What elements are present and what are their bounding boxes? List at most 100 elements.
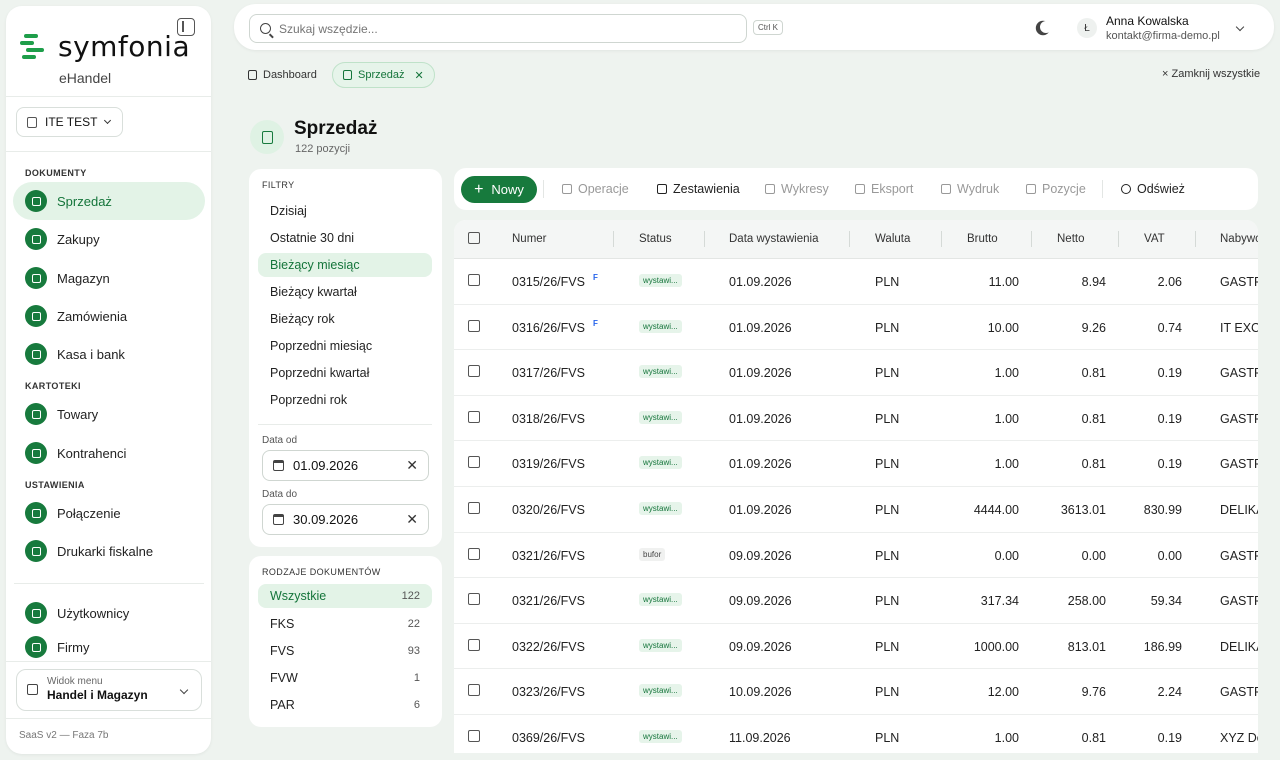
column-header[interactable]: Data wystawienia [729,233,818,245]
cell-numer[interactable]: 0315/26/FVS [512,275,585,289]
date-to-field[interactable]: 30.09.2026 ✕ [262,504,429,535]
column-divider[interactable] [1118,231,1119,247]
cell-numer[interactable]: 0319/26/FVS [512,457,585,471]
sidebar-item-magazyn[interactable]: Magazyn [13,259,205,297]
positions-button[interactable]: Pozycje [1026,182,1086,196]
sidebar-item-drukarki-fiskalne[interactable]: Drukarki fiskalne [13,532,205,570]
column-header[interactable]: VAT [1144,233,1165,245]
chevron-down-icon[interactable] [1235,22,1245,32]
row-checkbox[interactable] [468,319,480,332]
cell-numer[interactable]: 0321/26/FVS [512,594,585,608]
cell-numer[interactable]: 0321/26/FVS [512,549,585,563]
sidebar-item-zakupy[interactable]: Zakupy [13,220,205,258]
refresh-button[interactable]: Odśwież [1121,182,1185,196]
sidebar-item-sprzedaz[interactable]: Sprzedaż [13,182,205,220]
row-checkbox[interactable] [468,593,480,606]
table-row[interactable]: 0317/26/FVS wystawi... 01.09.2026 PLN 1.00 0.… [454,350,1258,396]
filter-item[interactable]: Ostatnie 30 dni [258,226,432,250]
filter-item[interactable]: Bieżący miesiąc [258,253,432,277]
cell-numer[interactable]: 0322/26/FVS [512,640,585,654]
column-header[interactable]: Numer [512,233,547,245]
tab-sprzedaz[interactable]: Sprzedaż ✕ [332,62,435,88]
reports-button[interactable]: Zestawienia [657,182,740,196]
filter-item[interactable]: Bieżący kwartał [258,280,432,304]
row-checkbox[interactable] [468,365,480,378]
company-selector[interactable]: ITE TEST [16,107,123,137]
clear-icon[interactable]: ✕ [406,457,418,474]
row-checkbox[interactable] [468,684,480,697]
column-header[interactable]: Netto [1057,233,1085,245]
column-divider[interactable] [849,231,850,247]
column-divider[interactable] [613,231,614,247]
cell-numer[interactable]: 0320/26/FVS [512,503,585,517]
row-checkbox[interactable] [468,502,480,514]
column-divider[interactable] [1031,231,1032,247]
charts-button[interactable]: Wykresy [765,182,829,196]
sidebar-item-kasa-i-bank[interactable]: Kasa i bank [13,335,205,373]
date-from-field[interactable]: 01.09.2026 ✕ [262,450,429,481]
moon-icon[interactable] [1040,21,1052,33]
table-row[interactable]: 0322/26/FVS wystawi... 09.09.2026 PLN 1000.0… [454,624,1258,670]
table-row[interactable]: 0318/26/FVS wystawi... 01.09.2026 PLN 1.00 0.… [454,396,1258,442]
column-header[interactable]: Waluta [875,233,910,245]
sidebar-item-uzytkownicy[interactable]: Użytkownicy [13,594,205,632]
close-icon[interactable]: ✕ [414,69,423,82]
cell-numer[interactable]: 0316/26/FVS [512,321,585,335]
clear-icon[interactable]: ✕ [406,511,418,528]
doc-type-item[interactable]: FKS 22 [258,612,432,636]
close-all-tabs-button[interactable]: × Zamknij wszystkie [1162,68,1260,80]
column-header[interactable]: Nabywca [1220,233,1258,245]
doc-type-item[interactable]: PAR 6 [258,693,432,717]
cell-numer[interactable]: 0318/26/FVS [512,412,585,426]
filter-item[interactable]: Bieżący rok [258,307,432,331]
filter-item[interactable]: Dzisiaj [258,199,432,223]
doc-type-item[interactable]: FVW 1 [258,666,432,690]
table-row[interactable]: 0315/26/FVS Fwystawi... 01.09.2026 PLN 11.00… [454,259,1258,305]
cell-numer[interactable]: 0323/26/FVS [512,685,585,699]
filter-item[interactable]: Poprzedni miesiąc [258,334,432,358]
row-checkbox[interactable] [468,730,480,742]
operations-button[interactable]: Operacje [562,182,629,196]
cell-numer[interactable]: 0369/26/FVS [512,731,585,745]
sidebar-item-towary[interactable]: Towary [13,395,205,433]
table-row[interactable]: 0320/26/FVS wystawi... 01.09.2026 PLN 4444.0… [454,487,1258,533]
column-divider[interactable] [1195,231,1196,247]
sidebar-item-firmy[interactable]: Firmy [13,632,205,662]
column-header[interactable]: Brutto [967,233,998,245]
avatar[interactable]: Ł [1077,18,1097,38]
sidebar-item-kontrahenci[interactable]: Kontrahenci [13,434,205,472]
row-checkbox[interactable] [468,274,480,286]
menu-view-selector[interactable]: Widok menu Handel i Magazyn [16,669,202,711]
logo-text: symfonia [58,30,191,63]
doc-type-item[interactable]: FVS 93 [258,639,432,663]
table-row[interactable]: 0323/26/FVS wystawi... 10.09.2026 PLN 12.00 9… [454,669,1258,715]
search-input[interactable] [279,21,719,36]
filter-item[interactable]: Poprzedni rok [258,388,432,412]
column-divider[interactable] [704,231,705,247]
print-button[interactable]: Wydruk [941,182,999,196]
doc-type-item[interactable]: Wszystkie 122 [258,584,432,608]
table-row[interactable]: 0321/26/FVS bufor 09.09.2026 PLN 0.00 0.00 0.0… [454,533,1258,579]
calendar-icon [273,514,284,525]
select-all-checkbox[interactable] [468,232,480,244]
column-header[interactable]: Status [639,233,672,245]
collapse-sidebar-icon[interactable] [177,18,195,36]
table-row[interactable]: 0316/26/FVS Fwystawi... 01.09.2026 PLN 10.00… [454,305,1258,351]
table-row[interactable]: 0319/26/FVS wystawi... 01.09.2026 PLN 1.00 0.… [454,441,1258,487]
filter-item[interactable]: Poprzedni kwartał [258,361,432,385]
table-row[interactable]: 0369/26/FVS wystawi... 11.09.2026 PLN 1.00 0.… [454,715,1258,753]
sidebar-item-zamowienia[interactable]: Zamówienia [13,297,205,335]
row-checkbox[interactable] [468,638,480,651]
row-checkbox[interactable] [468,410,480,423]
export-button[interactable]: Eksport [855,182,913,196]
user-name[interactable]: Anna Kowalska [1106,14,1189,28]
global-search[interactable] [249,14,747,43]
cell-numer[interactable]: 0317/26/FVS [512,366,585,380]
sidebar-item-polaczenie[interactable]: Połączenie [13,494,205,532]
row-checkbox[interactable] [468,547,480,560]
table-row[interactable]: 0321/26/FVS wystawi... 09.09.2026 PLN 317.34… [454,578,1258,624]
new-button[interactable]: + Nowy [461,176,537,203]
tab-dashboard[interactable]: Dashboard [238,62,327,88]
column-divider[interactable] [941,231,942,247]
row-checkbox[interactable] [468,456,480,469]
